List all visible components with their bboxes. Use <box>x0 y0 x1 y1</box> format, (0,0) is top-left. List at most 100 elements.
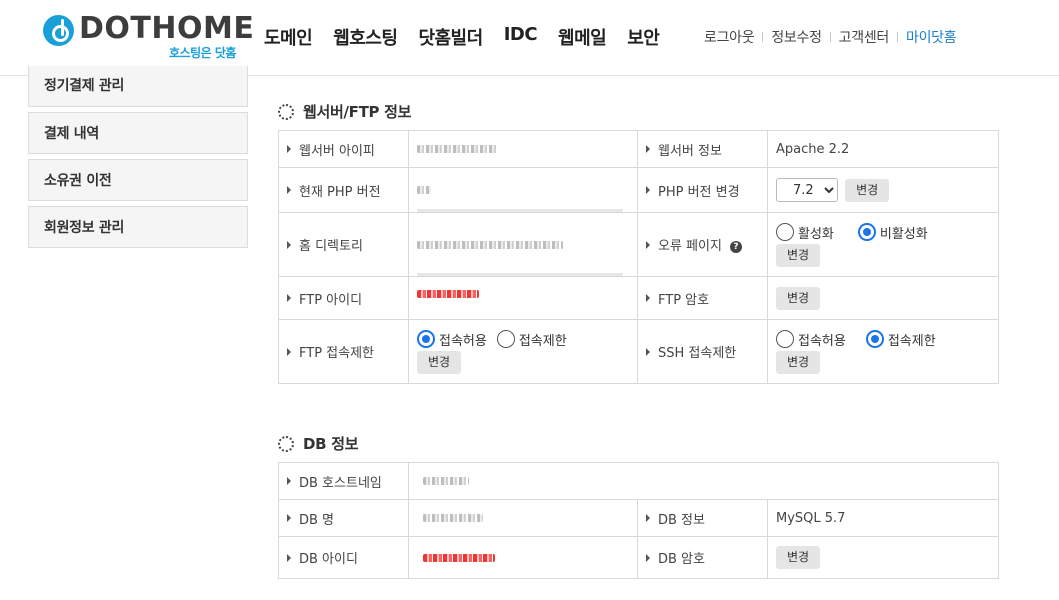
sidebar: 정기결제 관리 결제 내역 소유권 이전 회원정보 관리 <box>28 66 248 253</box>
table-row: DB 아이디 DB 암호 변경 <box>278 536 999 579</box>
php-version-select[interactable]: 7.2 <box>776 178 838 202</box>
ssh-allow-label: 접속허용 <box>798 333 846 349</box>
section-title-db-text: DB 정보 <box>303 435 359 453</box>
redacted-text <box>417 145 497 153</box>
web-ip-label: 웹서버 아이피 <box>278 130 409 168</box>
db-id-value <box>408 536 638 579</box>
db-name-value <box>408 499 638 537</box>
loading-icon <box>278 435 294 452</box>
db-host-value <box>408 462 999 500</box>
ftp-limit-cell: 접속허용 접속제한 변경 <box>408 319 638 384</box>
error-page-radios: 활성화 비활성화 <box>776 223 998 242</box>
home-dir-value <box>408 212 638 277</box>
ftp-limit-change-button[interactable]: 변경 <box>417 350 462 374</box>
my-dothome-link[interactable]: 마이닷홈 <box>906 27 957 47</box>
ftp-id-label: FTP 아이디 <box>278 276 409 320</box>
loading-icon <box>278 103 294 120</box>
ssh-limit-cell: 접속허용 접속제한 변경 <box>767 319 999 384</box>
web-ip-value <box>408 130 638 168</box>
ftp-allow-radio[interactable] <box>417 330 435 348</box>
db-host-label: DB 호스트네임 <box>278 462 409 500</box>
dothome-logo-icon <box>43 15 74 46</box>
table-row: FTP 아이디 FTP 암호 변경 <box>278 276 999 320</box>
ftp-pw-change-button[interactable]: 변경 <box>776 286 821 310</box>
web-info-table: 웹서버 아이피 웹서버 정보 Apache 2.2 현재 PHP 버전 PHP … <box>278 130 999 384</box>
table-row: 홈 디렉토리 오류 페이지? 활성화 비활성화 변경 <box>278 212 999 277</box>
php-change-button[interactable]: 변경 <box>845 178 890 202</box>
sidebar-item-payment-history[interactable]: 결제 내역 <box>28 112 248 154</box>
deactivate-radio[interactable] <box>857 223 876 241</box>
redacted-text <box>423 553 495 562</box>
divider <box>762 32 764 42</box>
table-row: 현재 PHP 버전 PHP 버전 변경 7.2 변경 <box>278 167 999 213</box>
db-name-label: DB 명 <box>278 499 409 537</box>
ssh-limit-radios: 접속허용 접속제한 <box>776 330 998 349</box>
sidebar-item-member-info[interactable]: 회원정보 관리 <box>28 206 248 248</box>
dothome-logo[interactable]: DOTHOME 호스팅은 닷홈 <box>43 11 254 60</box>
db-info-value: MySQL 5.7 <box>767 499 999 537</box>
ftp-deny-label: 접속제한 <box>518 333 567 349</box>
nav-security[interactable]: 보안 <box>627 24 660 50</box>
db-pw-label: DB 암호 <box>637 536 768 579</box>
nav-webmail[interactable]: 웹메일 <box>558 24 607 50</box>
web-server-info-label: 웹서버 정보 <box>637 130 768 168</box>
error-page-change-button[interactable]: 변경 <box>776 243 821 267</box>
db-info-label: DB 정보 <box>637 499 768 537</box>
table-row: 웹서버 아이피 웹서버 정보 Apache 2.2 <box>278 130 999 168</box>
edit-info-link[interactable]: 정보수정 <box>771 27 822 47</box>
logo-text: DOTHOME <box>79 11 255 46</box>
divider <box>896 32 898 42</box>
main-nav: 도메인 웹호스팅 닷홈빌더 IDC 웹메일 보안 <box>264 24 680 50</box>
error-page-label: 오류 페이지? <box>637 212 768 277</box>
web-server-info-value: Apache 2.2 <box>767 130 999 168</box>
table-row: FTP 접속제한 접속허용 접속제한 변경 SSH 접속제한 접속허용 접속제한… <box>278 319 999 384</box>
customer-center-link[interactable]: 고객센터 <box>839 27 890 47</box>
ftp-limit-radios: 접속허용 접속제한 <box>417 330 637 349</box>
ftp-pw-cell: 변경 <box>767 276 999 320</box>
nav-domain[interactable]: 도메인 <box>264 24 313 50</box>
ftp-id-value <box>408 276 638 320</box>
ftp-deny-radio[interactable] <box>496 330 515 348</box>
site-header: DOTHOME 호스팅은 닷홈 도메인 웹호스팅 닷홈빌더 IDC 웹메일 보안… <box>0 0 1059 76</box>
ftp-limit-label: FTP 접속제한 <box>278 319 409 384</box>
activate-radio[interactable] <box>776 223 794 241</box>
ssh-allow-radio[interactable] <box>776 330 794 348</box>
table-row: DB 호스트네임 <box>278 462 999 500</box>
logo-tagline: 호스팅은 닷홈 <box>169 46 236 60</box>
ftp-allow-label: 접속허용 <box>439 333 487 349</box>
db-info-table: DB 호스트네임 DB 명 DB 정보 MySQL 5.7 DB 아이디 DB … <box>278 462 999 579</box>
php-change-label: PHP 버전 변경 <box>637 167 768 213</box>
redacted-text <box>417 290 479 298</box>
php-change-cell: 7.2 변경 <box>767 167 999 213</box>
db-pw-cell: 변경 <box>767 536 999 579</box>
sidebar-item-recurring-payment[interactable]: 정기결제 관리 <box>28 66 248 107</box>
db-pw-change-button[interactable]: 변경 <box>776 546 821 569</box>
ssh-deny-label: 접속제한 <box>887 333 936 349</box>
section-title-web: 웹서버/FTP 정보 <box>278 101 411 122</box>
php-version-value <box>408 167 638 213</box>
db-id-label: DB 아이디 <box>278 536 409 579</box>
redacted-text <box>423 477 469 485</box>
redacted-text <box>423 514 483 522</box>
ssh-limit-change-button[interactable]: 변경 <box>776 350 821 374</box>
ftp-pw-label: FTP 암호 <box>637 276 768 320</box>
nav-idc[interactable]: IDC <box>504 24 538 50</box>
activate-label: 활성화 <box>798 226 834 242</box>
error-page-label-text: 오류 페이지 <box>658 239 722 254</box>
ssh-limit-label: SSH 접속제한 <box>637 319 768 384</box>
redacted-text <box>417 240 563 249</box>
php-version-label: 현재 PHP 버전 <box>278 167 409 213</box>
nav-builder[interactable]: 닷홈빌더 <box>418 24 483 50</box>
redacted-text <box>417 186 431 194</box>
question-circle-icon[interactable]: ? <box>729 240 742 253</box>
section-title-db: DB 정보 <box>278 433 359 454</box>
deactivate-label: 비활성화 <box>879 226 928 242</box>
section-title-web-text: 웹서버/FTP 정보 <box>303 103 412 121</box>
util-nav: 로그아웃 정보수정 고객센터 마이닷홈 <box>704 27 957 47</box>
nav-webhosting[interactable]: 웹호스팅 <box>333 24 398 50</box>
sidebar-item-ownership-transfer[interactable]: 소유권 이전 <box>28 159 248 201</box>
home-dir-label: 홈 디렉토리 <box>278 212 409 277</box>
error-page-cell: 활성화 비활성화 변경 <box>767 212 999 277</box>
ssh-deny-radio[interactable] <box>865 330 884 348</box>
logout-link[interactable]: 로그아웃 <box>704 27 755 47</box>
